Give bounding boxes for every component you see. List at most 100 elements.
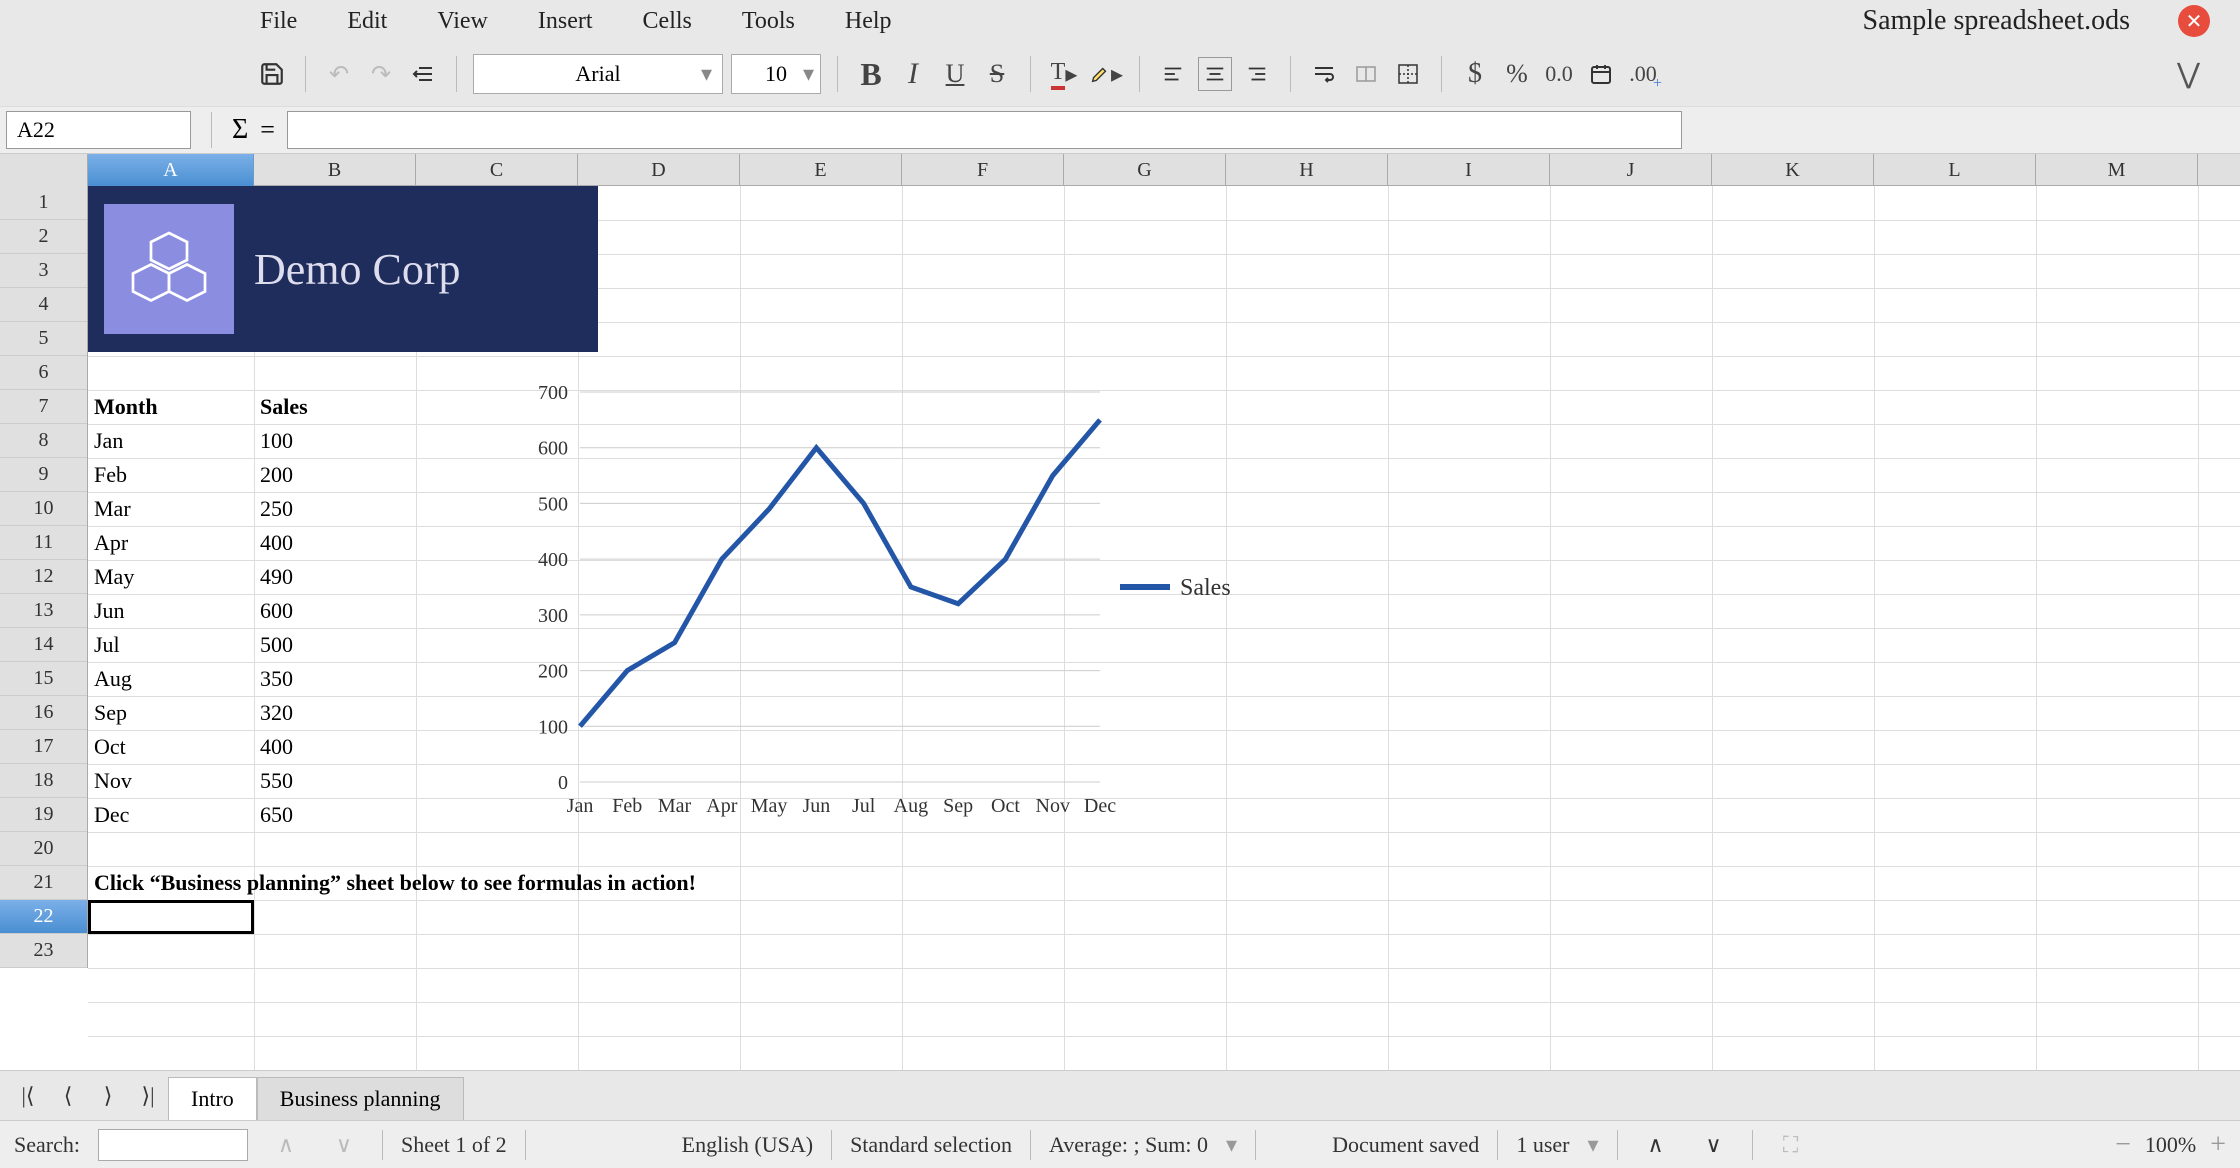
row-header-16[interactable]: 16 [0, 696, 87, 730]
cell-B12[interactable]: 490 [254, 560, 416, 594]
cell-A8[interactable]: Jan [88, 424, 254, 458]
font-color-icon[interactable]: T▸ [1047, 57, 1081, 91]
redo-icon[interactable]: ↷ [364, 57, 398, 91]
cell-B9[interactable]: 200 [254, 458, 416, 492]
highlight-icon[interactable]: ▸ [1089, 57, 1123, 91]
align-left-icon[interactable] [1156, 57, 1190, 91]
outdent-icon[interactable] [406, 57, 440, 91]
cell-B15[interactable]: 350 [254, 662, 416, 696]
cell-A7[interactable]: Month [88, 390, 254, 424]
row-header-18[interactable]: 18 [0, 764, 87, 798]
row-header-3[interactable]: 3 [0, 254, 87, 288]
cell-B7[interactable]: Sales [254, 390, 416, 424]
menu-view[interactable]: View [437, 8, 488, 35]
spreadsheet-grid[interactable]: ABCDEFGHIJKLM 12345678910111213141516171… [0, 154, 2240, 1070]
function-equals-icon[interactable]: = [260, 115, 275, 145]
row-header-12[interactable]: 12 [0, 560, 87, 594]
wrap-text-icon[interactable] [1307, 57, 1341, 91]
cell-A19[interactable]: Dec [88, 798, 254, 832]
search-prev-icon[interactable]: ∧ [266, 1125, 306, 1165]
menu-help[interactable]: Help [845, 8, 892, 35]
col-header-D[interactable]: D [578, 154, 740, 186]
font-size-select[interactable]: 10▾ [731, 54, 821, 94]
col-header-G[interactable]: G [1064, 154, 1226, 186]
last-sheet-button[interactable]: ⟩| [128, 1076, 168, 1116]
select-all-corner[interactable] [0, 154, 88, 186]
next-sheet-button[interactable]: ⟩ [88, 1076, 128, 1116]
col-header-M[interactable]: M [2036, 154, 2198, 186]
menu-file[interactable]: File [260, 8, 297, 35]
cell-B11[interactable]: 400 [254, 526, 416, 560]
formula-input[interactable] [287, 111, 1682, 149]
align-right-icon[interactable] [1240, 57, 1274, 91]
row-header-8[interactable]: 8 [0, 424, 87, 458]
borders-icon[interactable] [1391, 57, 1425, 91]
col-header-E[interactable]: E [740, 154, 902, 186]
row-header-20[interactable]: 20 [0, 832, 87, 866]
row-header-13[interactable]: 13 [0, 594, 87, 628]
cell-A14[interactable]: Jul [88, 628, 254, 662]
cell-A11[interactable]: Apr [88, 526, 254, 560]
menu-insert[interactable]: Insert [538, 8, 593, 35]
cell-B14[interactable]: 500 [254, 628, 416, 662]
close-button[interactable]: ✕ [2178, 5, 2210, 37]
align-center-icon[interactable] [1198, 57, 1232, 91]
row-header-22[interactable]: 22 [0, 900, 87, 934]
col-header-B[interactable]: B [254, 154, 416, 186]
cell-A10[interactable]: Mar [88, 492, 254, 526]
date-format-icon[interactable] [1584, 57, 1618, 91]
col-header-A[interactable]: A [88, 154, 254, 186]
cell-B10[interactable]: 250 [254, 492, 416, 526]
cell-A9[interactable]: Feb [88, 458, 254, 492]
fit-icon[interactable]: ⛶ [1771, 1125, 1811, 1165]
underline-button[interactable]: U [938, 57, 972, 91]
aggregate-status[interactable]: Average: ; Sum: 0 [1049, 1132, 1208, 1158]
cell-A18[interactable]: Nov [88, 764, 254, 798]
percent-button[interactable]: % [1500, 57, 1534, 91]
search-input[interactable] [98, 1129, 248, 1161]
row-header-6[interactable]: 6 [0, 356, 87, 390]
col-header-K[interactable]: K [1712, 154, 1874, 186]
zoom-in-button[interactable]: + [2210, 1129, 2226, 1161]
more-tools-icon[interactable]: ⋁ [2177, 57, 2200, 91]
row-header-7[interactable]: 7 [0, 390, 87, 424]
cell-A15[interactable]: Aug [88, 662, 254, 696]
save-icon[interactable] [255, 57, 289, 91]
cell-A16[interactable]: Sep [88, 696, 254, 730]
cell-A13[interactable]: Jun [88, 594, 254, 628]
sheet-tab-business-planning[interactable]: Business planning [257, 1077, 464, 1121]
italic-button[interactable]: I [896, 57, 930, 91]
row-header-14[interactable]: 14 [0, 628, 87, 662]
font-select[interactable]: Arial▾ [473, 54, 723, 94]
row-header-17[interactable]: 17 [0, 730, 87, 764]
menu-tools[interactable]: Tools [742, 8, 795, 35]
prev-sheet-button[interactable]: ⟨ [48, 1076, 88, 1116]
undo-icon[interactable]: ↶ [322, 57, 356, 91]
cell-A17[interactable]: Oct [88, 730, 254, 764]
selected-cell[interactable] [88, 900, 254, 934]
cell-reference-input[interactable]: A22 [6, 111, 191, 149]
merge-cells-icon[interactable] [1349, 57, 1383, 91]
down-icon[interactable]: ∨ [1694, 1125, 1734, 1165]
add-decimal-button[interactable]: .00+ [1626, 57, 1660, 91]
row-header-5[interactable]: 5 [0, 322, 87, 356]
row-header-9[interactable]: 9 [0, 458, 87, 492]
col-header-I[interactable]: I [1388, 154, 1550, 186]
first-sheet-button[interactable]: |⟨ [8, 1076, 48, 1116]
selection-mode[interactable]: Standard selection [850, 1132, 1012, 1158]
cell-B19[interactable]: 650 [254, 798, 416, 832]
cell-A12[interactable]: May [88, 560, 254, 594]
menu-cells[interactable]: Cells [643, 8, 692, 35]
decimal-button[interactable]: 0.0 [1542, 57, 1576, 91]
row-header-19[interactable]: 19 [0, 798, 87, 832]
menu-edit[interactable]: Edit [347, 8, 387, 35]
row-header-23[interactable]: 23 [0, 934, 87, 968]
user-count[interactable]: 1 user [1516, 1132, 1569, 1158]
cell-A21[interactable]: Click “Business planning” sheet below to… [88, 866, 988, 900]
zoom-out-button[interactable]: − [2115, 1129, 2131, 1161]
row-header-21[interactable]: 21 [0, 866, 87, 900]
row-header-15[interactable]: 15 [0, 662, 87, 696]
col-header-H[interactable]: H [1226, 154, 1388, 186]
cell-B13[interactable]: 600 [254, 594, 416, 628]
strikethrough-button[interactable]: S [980, 57, 1014, 91]
